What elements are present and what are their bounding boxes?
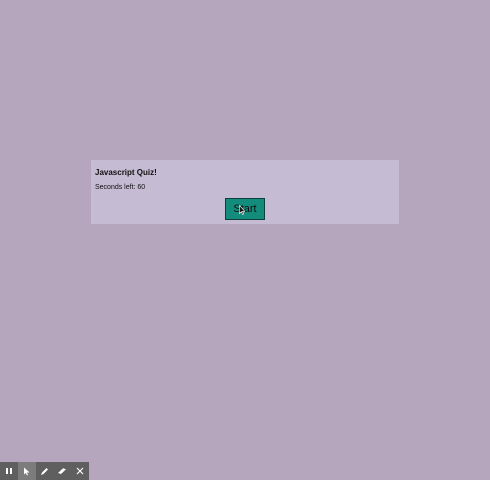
eraser-icon [58,468,67,474]
pen-tool-button[interactable] [36,462,54,480]
quiz-card: Javascript Quiz! Seconds left: 60 Start [91,160,399,224]
pause-icon [5,468,12,474]
pen-icon [40,467,48,475]
quiz-title: Javascript Quiz! [95,168,157,177]
eraser-tool-button[interactable] [53,462,71,480]
pause-button[interactable] [0,462,18,480]
start-button[interactable]: Start [225,198,265,220]
close-toolbar-button[interactable] [71,462,89,480]
timer-text: Seconds left: 60 [95,184,146,191]
pointer-tool-button[interactable] [17,462,36,480]
pointer-icon [23,467,30,475]
annotation-toolbar [0,462,89,480]
close-icon [76,467,84,475]
